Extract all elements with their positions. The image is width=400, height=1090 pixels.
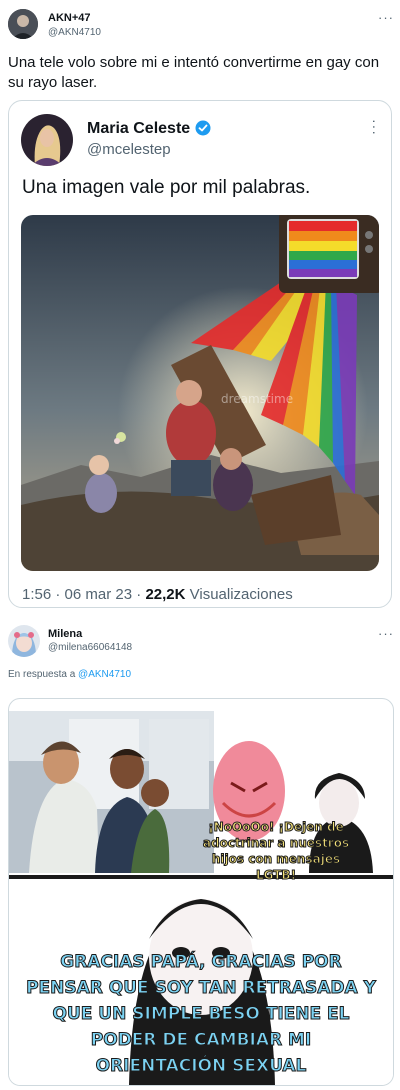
quoted-author-handle[interactable]: @mcelestep [87, 141, 171, 158]
quoted-image[interactable]: dreamstime [21, 215, 379, 571]
reply-more-icon[interactable]: ··· [378, 626, 394, 641]
tweet-text: Una tele volo sobre mi e intentó convert… [8, 54, 380, 91]
views-count: 22,2K [145, 586, 186, 603]
author-avatar[interactable] [8, 9, 38, 39]
quoted-date[interactable]: 06 mar 23 [65, 586, 133, 603]
reply-author-name[interactable]: Milena [48, 628, 82, 640]
meme-top-caption: ¡NoOoOo! ¡Dejen de adoctrinar a nuestros… [202, 820, 350, 883]
quoted-author-avatar[interactable] [21, 114, 73, 166]
quoted-more-icon[interactable]: ··· [367, 119, 383, 136]
reply-author-handle[interactable]: @milena66064148 [48, 642, 132, 653]
meta-separator: · [55, 586, 65, 603]
quoted-author-name[interactable]: Maria Celeste [87, 120, 190, 138]
quoted-meta: 1:56 · 06 mar 23 · 22,2K Visualizaciones [22, 586, 293, 603]
more-horizontal-icon[interactable]: ··· [378, 10, 394, 25]
verified-badge-icon [195, 120, 211, 136]
quoted-tweet-card[interactable]: Maria Celeste @mcelestep ··· Una imagen … [8, 100, 392, 608]
reply-meme-image[interactable]: ¡NoOoOo! ¡Dejen de adoctrinar a nuestros… [8, 698, 394, 1086]
quoted-tweet-text: Una imagen vale por mil palabras. [22, 177, 311, 198]
replying-to: En respuesta a @AKN4710 [8, 669, 131, 680]
meme-bottom-caption: GRACIAS PAPÁ, GRACIAS POR PENSAR QUE SOY… [26, 952, 377, 1077]
replying-to-link[interactable]: @AKN4710 [78, 669, 131, 680]
views-label: Visualizaciones [189, 586, 293, 603]
image-watermark: dreamstime [221, 392, 293, 406]
reply-author-avatar[interactable] [8, 625, 40, 657]
replying-to-label: En respuesta a [8, 669, 76, 680]
quoted-time[interactable]: 1:56 [22, 586, 51, 603]
author-name[interactable]: AKN+47 [48, 12, 91, 24]
author-handle[interactable]: @AKN4710 [48, 27, 101, 38]
